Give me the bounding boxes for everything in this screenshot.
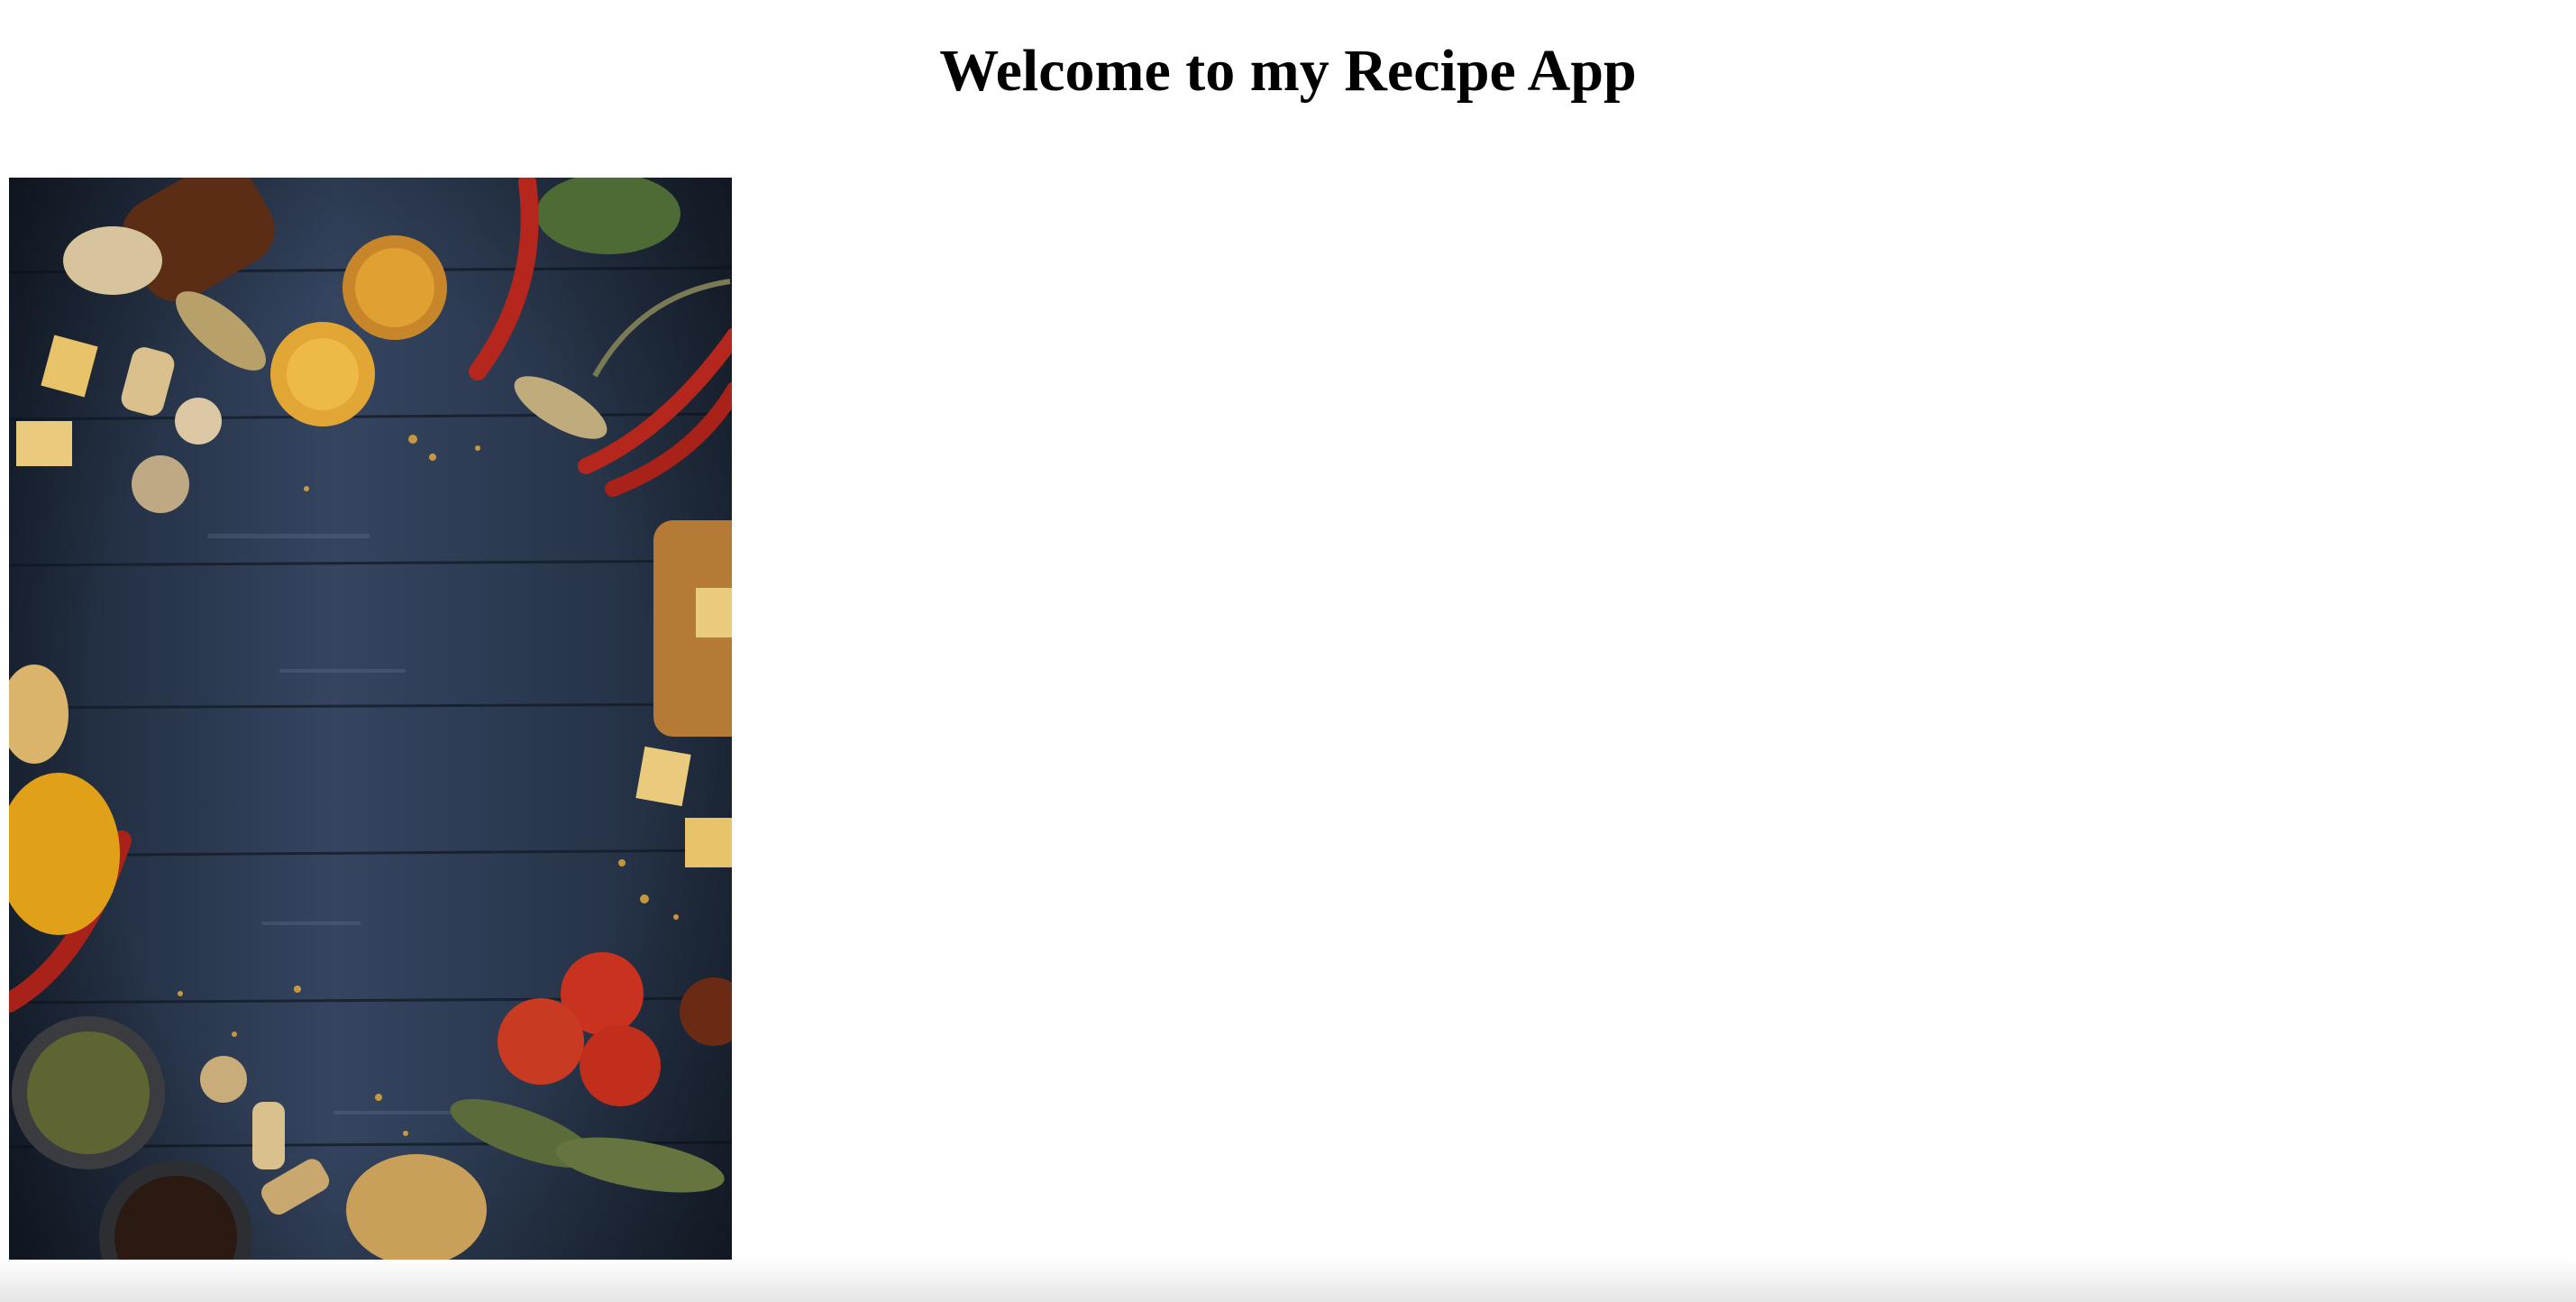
mushroom xyxy=(132,455,189,513)
page-title: Welcome to my Recipe App xyxy=(939,38,1637,104)
cheese-cube xyxy=(16,421,72,466)
page-bottom-shadow xyxy=(0,1259,2576,1302)
garlic-clove xyxy=(63,226,162,295)
cheese-cube xyxy=(635,746,691,807)
tomato xyxy=(580,1025,661,1106)
mushroom xyxy=(200,1056,247,1103)
mushroom xyxy=(175,398,222,445)
hero-illustration xyxy=(9,178,732,1260)
cheese-cube xyxy=(685,818,732,867)
cheese-cube xyxy=(696,588,732,637)
tomato xyxy=(498,998,584,1085)
wine-cork xyxy=(252,1102,285,1169)
hero-image xyxy=(9,178,732,1260)
